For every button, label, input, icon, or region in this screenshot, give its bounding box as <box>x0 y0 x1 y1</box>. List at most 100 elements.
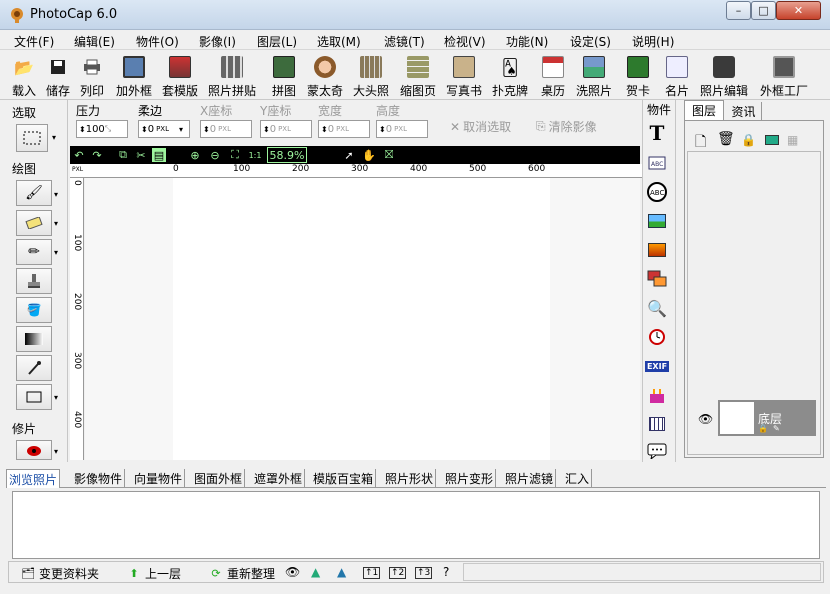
tab-template-box[interactable]: 模版百宝箱 <box>311 469 377 488</box>
photo-object-icon[interactable] <box>645 239 669 261</box>
visibility-eye-icon[interactable]: 👁 <box>698 412 713 426</box>
menu-function[interactable]: 功能(N) <box>506 33 548 50</box>
tab-import[interactable]: 汇入 <box>563 469 593 488</box>
menu-select[interactable]: 选取(M) <box>317 33 361 50</box>
refresh-button[interactable]: ⟳ 重新整理 <box>209 565 275 582</box>
eye-view-icon[interactable]: 👁 <box>285 565 300 579</box>
close-button[interactable]: ✕ <box>776 1 821 20</box>
montage-button[interactable]: 蒙太奇 <box>307 54 343 99</box>
redo-icon[interactable]: ↷ <box>90 148 104 162</box>
feather-dropdown-icon[interactable]: ▾ <box>179 125 183 134</box>
actual-size-icon[interactable]: 1:1 <box>248 148 262 162</box>
puzzle-button[interactable]: 拼图 <box>272 54 296 99</box>
menu-settings[interactable]: 设定(S) <box>570 33 611 50</box>
tab-photo-filters[interactable]: 照片滤镜 <box>503 469 557 488</box>
sort-asc-icon[interactable]: ▲ <box>311 565 320 579</box>
height-input[interactable]: ⬍ 0 PXL <box>376 120 428 138</box>
cancel-selection-button[interactable]: ✕ 取消选取 <box>450 118 511 135</box>
crop-icon[interactable]: ⛝ <box>382 148 396 162</box>
list-view-2-icon[interactable]: ↑2 <box>389 567 407 579</box>
calendar-object-icon[interactable] <box>645 413 669 435</box>
image-object-icon[interactable] <box>645 210 669 232</box>
birthday-cake-icon[interactable] <box>645 384 669 406</box>
speech-bubble-icon[interactable] <box>645 440 669 462</box>
eraser-dropdown-icon[interactable]: ▾ <box>54 219 58 228</box>
list-view-icon[interactable]: ↑1 <box>363 567 381 579</box>
menu-image[interactable]: 影像(I) <box>199 33 236 50</box>
eraser-tool[interactable] <box>16 210 52 236</box>
fit-screen-icon[interactable]: ⛶ <box>228 148 242 162</box>
clock-icon[interactable] <box>645 326 669 348</box>
zoom-out-icon[interactable]: ⊖ <box>208 148 222 162</box>
business-card-button[interactable]: 名片 <box>665 54 689 99</box>
rect-select-tool[interactable] <box>16 124 48 152</box>
minimize-button[interactable]: – <box>726 1 751 20</box>
layer-base[interactable]: 底层 🔒 ✎ <box>718 400 816 436</box>
tab-mask-frames[interactable]: 遮罩外框 <box>252 469 306 488</box>
clear-image-button[interactable]: ⎘ 清除影像 <box>536 118 597 135</box>
fill-tool[interactable]: 🪣 <box>16 297 52 323</box>
stamp-tool[interactable] <box>16 268 52 294</box>
tab-layers[interactable]: 图层 <box>684 100 724 120</box>
magnifier-icon[interactable]: 🔍 <box>645 297 669 319</box>
tab-image-objects[interactable]: 影像物件 <box>72 469 126 488</box>
cards-button[interactable]: 🂡 扑克牌 <box>492 54 528 99</box>
undo-icon[interactable]: ↶ <box>72 148 86 162</box>
menu-file[interactable]: 文件(F) <box>14 33 54 50</box>
sort-desc-icon[interactable]: ▲ <box>337 565 346 579</box>
template-button[interactable]: 套模版 <box>162 54 198 99</box>
print-button[interactable]: 列印 <box>80 54 104 99</box>
help-button[interactable]: ? <box>443 565 449 579</box>
eyedropper-tool[interactable] <box>16 355 52 381</box>
pressure-input[interactable]: ⬍ 100 ⤡ <box>76 120 128 138</box>
photo-edit-button[interactable]: 照片编辑 <box>700 54 748 99</box>
menu-help[interactable]: 说明(H) <box>632 33 674 50</box>
load-button[interactable]: 📂 载入 <box>12 54 36 99</box>
menu-layer[interactable]: 图层(L) <box>257 33 297 50</box>
photo-browser-area[interactable] <box>12 491 820 559</box>
image-canvas[interactable] <box>173 178 550 460</box>
lock-layer-icon[interactable]: 🔒 <box>741 133 756 147</box>
change-folder-button[interactable]: 🗂 变更资料夹 <box>21 565 99 582</box>
list-view-3-icon[interactable]: ↑3 <box>415 567 433 579</box>
copy-icon[interactable]: ⧉ <box>116 148 130 162</box>
id-photo-button[interactable]: 大头照 <box>353 54 389 99</box>
y-coord-input[interactable]: ⬍ 0 PXL <box>260 120 312 138</box>
feather-input[interactable]: ⬍ 0 PXL ▾ <box>138 120 190 138</box>
brush-tool[interactable]: 🖌 <box>16 180 52 206</box>
menu-edit[interactable]: 编辑(E) <box>74 33 115 50</box>
brush-dropdown-icon[interactable]: ▾ <box>54 190 58 199</box>
photo-book-button[interactable]: 写真书 <box>446 54 482 99</box>
layer-properties-icon[interactable]: ▦ <box>787 133 798 147</box>
gradient-tool[interactable] <box>16 326 52 352</box>
frame-factory-button[interactable]: 外框工厂 <box>760 54 808 99</box>
tab-photo-deform[interactable]: 照片变形 <box>443 469 497 488</box>
pencil-tool[interactable]: ✏ <box>16 239 52 265</box>
maximize-button[interactable]: □ <box>751 1 776 20</box>
hand-tool-icon[interactable]: ✋ <box>362 148 376 162</box>
tab-photo-shapes[interactable]: 照片形状 <box>383 469 437 488</box>
text-box-icon[interactable]: ABC <box>645 152 669 174</box>
text-object-icon[interactable]: T <box>645 121 669 145</box>
cut-icon[interactable]: ✂ <box>134 148 148 162</box>
retouch-dropdown-icon[interactable]: ▾ <box>54 447 58 456</box>
pencil-dropdown-icon[interactable]: ▾ <box>54 248 58 257</box>
add-frame-button[interactable]: 加外框 <box>116 54 152 99</box>
up-level-button[interactable]: ⬆ 上一层 <box>127 565 181 582</box>
tab-surface-frames[interactable]: 图面外框 <box>192 469 246 488</box>
tab-browse-photos[interactable]: 浏览照片 <box>6 469 61 488</box>
pointer-tool-icon[interactable]: ➚ <box>342 148 356 162</box>
text-bubble-icon[interactable]: ABC <box>645 181 669 203</box>
menu-view[interactable]: 检视(V) <box>444 33 486 50</box>
zoom-in-icon[interactable]: ⊕ <box>188 148 202 162</box>
print-photo-button[interactable]: 洗照片 <box>576 54 612 99</box>
shape-dropdown-icon[interactable]: ▾ <box>54 393 58 402</box>
menu-object[interactable]: 物件(O) <box>136 33 179 50</box>
tab-vector-objects[interactable]: 向量物件 <box>132 469 186 488</box>
save-button[interactable]: 储存 <box>46 54 70 99</box>
tab-info[interactable]: 资讯 <box>726 102 762 120</box>
x-coord-input[interactable]: ⬍ 0 PXL <box>200 120 252 138</box>
rect-select-dropdown-icon[interactable]: ▾ <box>52 133 56 142</box>
thumbnail-page-button[interactable]: 缩图页 <box>400 54 436 99</box>
red-eye-tool[interactable] <box>16 440 52 460</box>
